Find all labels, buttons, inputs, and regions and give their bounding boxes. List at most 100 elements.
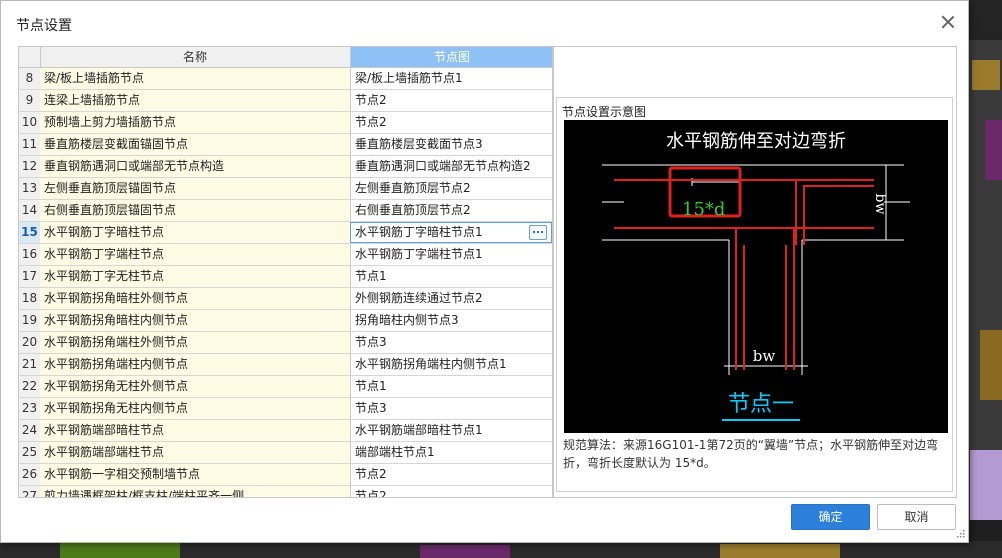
row-name: 垂直钢筋遇洞口或端部无节点构造: [40, 156, 351, 177]
row-name: 剪力墙遇框架柱/框支柱/端柱平齐一侧: [40, 486, 351, 497]
row-number: 15: [19, 222, 41, 243]
dialog-title: 节点设置: [16, 18, 72, 34]
row-node-value[interactable]: 拐角暗柱内侧节点3: [351, 310, 553, 331]
row-node-text: 右侧垂直筋顶层节点2: [355, 203, 471, 217]
row-name: 预制墙上剪力墙插筋节点: [40, 112, 351, 133]
table-row[interactable]: 24 水平钢筋端部暗柱节点 水平钢筋端部暗柱节点1: [19, 420, 553, 442]
table-row[interactable]: 23 水平钢筋拐角无柱内侧节点 节点3: [19, 398, 553, 420]
row-node-value[interactable]: 节点2: [351, 464, 553, 485]
row-number: 9: [19, 90, 41, 111]
node-table: 名称 节点图 8 梁/板上墙插筋节点 梁/板上墙插筋节点1 9 连梁上墙插筋节点 节点2 1…: [18, 46, 554, 498]
dim-bottom-label: bw: [753, 347, 776, 365]
row-number: 17: [19, 266, 41, 287]
table-row[interactable]: 8 梁/板上墙插筋节点 梁/板上墙插筋节点1: [19, 68, 553, 90]
table-row[interactable]: 15 水平钢筋丁字暗柱节点 水平钢筋丁字暗柱节点1: [19, 222, 553, 244]
row-node-value[interactable]: 右侧垂直筋顶层节点2: [351, 200, 553, 221]
table-row[interactable]: 17 水平钢筋丁字无柱节点 节点1: [19, 266, 553, 288]
row-node-value[interactable]: 节点2: [351, 90, 553, 111]
row-node-value[interactable]: 水平钢筋丁字暗柱节点1: [350, 222, 552, 243]
table-row[interactable]: 13 左侧垂直筋顶层锚固节点 左侧垂直筋顶层节点2: [19, 178, 553, 200]
row-number: 23: [19, 398, 41, 419]
row-node-value[interactable]: 节点1: [351, 266, 553, 287]
table-row[interactable]: 10 预制墙上剪力墙插筋节点 节点2: [19, 112, 553, 134]
row-number: 20: [19, 332, 41, 353]
ok-button[interactable]: 确定: [791, 504, 870, 530]
row-node-value[interactable]: 水平钢筋拐角端柱内侧节点1: [351, 354, 553, 375]
row-name: 右侧垂直筋顶层锚固节点: [40, 200, 351, 221]
row-node-text: 节点3: [355, 335, 387, 349]
row-name: 连梁上墙插筋节点: [40, 90, 351, 111]
table-row[interactable]: 11 垂直筋楼层变截面锚固节点 垂直筋楼层变截面节点3: [19, 134, 553, 156]
node-settings-dialog: 节点设置 名称 节点图 8 梁/板上墙插筋节点 梁/板上墙插筋节点1 9 连梁上墙插筋节…: [0, 0, 969, 543]
header-name[interactable]: 名称: [40, 47, 351, 67]
row-node-text: 垂直筋遇洞口或端部无节点构造2: [355, 159, 531, 173]
row-number: 22: [19, 376, 41, 397]
row-name: 水平钢筋端部暗柱节点: [40, 420, 351, 441]
table-row[interactable]: 9 连梁上墙插筋节点 节点2: [19, 90, 553, 112]
row-number: 24: [19, 420, 41, 441]
row-node-text: 节点2: [355, 115, 387, 129]
table-body: 8 梁/板上墙插筋节点 梁/板上墙插筋节点1 9 连梁上墙插筋节点 节点2 10 预制墙上剪力…: [19, 68, 553, 497]
row-name: 梁/板上墙插筋节点: [40, 68, 351, 89]
row-node-value[interactable]: 左侧垂直筋顶层节点2: [351, 178, 553, 199]
row-node-value[interactable]: 垂直筋遇洞口或端部无节点构造2: [351, 156, 553, 177]
row-node-value[interactable]: 端部端柱节点1: [351, 442, 553, 463]
row-node-value[interactable]: 节点2: [351, 486, 553, 497]
row-node-value[interactable]: 水平钢筋端部暗柱节点1: [351, 420, 553, 441]
row-name: 水平钢筋端部端柱节点: [40, 442, 351, 463]
header-node-diagram[interactable]: 节点图: [351, 47, 553, 67]
row-number: 18: [19, 288, 41, 309]
row-number: 26: [19, 464, 41, 485]
table-row[interactable]: 12 垂直钢筋遇洞口或端部无节点构造 垂直筋遇洞口或端部无节点构造2: [19, 156, 553, 178]
row-name: 水平钢筋拐角无柱外侧节点: [40, 376, 351, 397]
row-name: 水平钢筋拐角无柱内侧节点: [40, 398, 351, 419]
resize-grip-icon[interactable]: [956, 529, 965, 538]
header-row-number: [19, 47, 41, 67]
table-row[interactable]: 21 水平钢筋拐角端柱内侧节点 水平钢筋拐角端柱内侧节点1: [19, 354, 553, 376]
row-node-text: 水平钢筋丁字端柱节点1: [355, 247, 483, 261]
table-row[interactable]: 14 右侧垂直筋顶层锚固节点 右侧垂直筋顶层节点2: [19, 200, 553, 222]
row-node-value[interactable]: 节点2: [351, 112, 553, 133]
row-node-value[interactable]: 节点1: [351, 376, 553, 397]
row-node-text: 左侧垂直筋顶层节点2: [355, 181, 471, 195]
close-icon[interactable]: [938, 13, 958, 33]
table-row[interactable]: 19 水平钢筋拐角暗柱内侧节点 拐角暗柱内侧节点3: [19, 310, 553, 332]
row-node-value[interactable]: 节点3: [351, 332, 553, 353]
row-node-text: 节点2: [355, 93, 387, 107]
node-diagram: 水平钢筋伸至对边弯折 15*d bw bw 节点一: [564, 120, 948, 433]
row-node-value[interactable]: 外侧钢筋连续通过节点2: [351, 288, 553, 309]
table-row[interactable]: 20 水平钢筋拐角端柱外侧节点 节点3: [19, 332, 553, 354]
table-row[interactable]: 18 水平钢筋拐角暗柱外侧节点 外侧钢筋连续通过节点2: [19, 288, 553, 310]
more-options-icon[interactable]: [529, 225, 547, 240]
row-node-value[interactable]: 节点3: [351, 398, 553, 419]
row-node-text: 垂直筋楼层变截面节点3: [355, 137, 483, 151]
row-name: 水平钢筋丁字无柱节点: [40, 266, 351, 287]
rule-description: 规范算法：来源16G101-1第72页的“翼墙”节点；水平钢筋伸至对边弯折，弯折…: [563, 438, 939, 470]
row-node-value[interactable]: 梁/板上墙插筋节点1: [351, 68, 553, 89]
table-row[interactable]: 25 水平钢筋端部端柱节点 端部端柱节点1: [19, 442, 553, 464]
table-row[interactable]: 16 水平钢筋丁字端柱节点 水平钢筋丁字端柱节点1: [19, 244, 553, 266]
table-row[interactable]: 26 水平钢筋一字相交预制墙节点 节点2: [19, 464, 553, 486]
row-node-text: 节点3: [355, 401, 387, 415]
row-number: 16: [19, 244, 41, 265]
row-node-text: 水平钢筋拐角端柱内侧节点1: [355, 357, 507, 371]
right-panel: 节点设置示意图 水平钢筋伸至对边弯折 15*d bw bw 节点一 规范算法：来…: [552, 46, 957, 498]
row-node-text: 水平钢筋丁字暗柱节点1: [355, 225, 483, 239]
row-number: 12: [19, 156, 41, 177]
row-number: 13: [19, 178, 41, 199]
row-node-text: 水平钢筋端部暗柱节点1: [355, 423, 483, 437]
cancel-button[interactable]: 取消: [877, 504, 956, 530]
row-node-value[interactable]: 水平钢筋丁字端柱节点1: [351, 244, 553, 265]
row-node-text: 拐角暗柱内侧节点3: [355, 313, 459, 327]
table-row[interactable]: 27 剪力墙遇框架柱/框支柱/端柱平齐一侧 节点2: [19, 486, 553, 497]
row-number: 25: [19, 442, 41, 463]
row-node-value[interactable]: 垂直筋楼层变截面节点3: [351, 134, 553, 155]
row-name: 垂直筋楼层变截面锚固节点: [40, 134, 351, 155]
figure-caption: 节点一: [728, 392, 794, 417]
dim-top-label: bw: [872, 194, 888, 215]
row-number: 19: [19, 310, 41, 331]
row-node-text: 端部端柱节点1: [355, 445, 435, 459]
row-number: 14: [19, 200, 41, 221]
row-number: 8: [19, 68, 41, 89]
table-row[interactable]: 22 水平钢筋拐角无柱外侧节点 节点1: [19, 376, 553, 398]
